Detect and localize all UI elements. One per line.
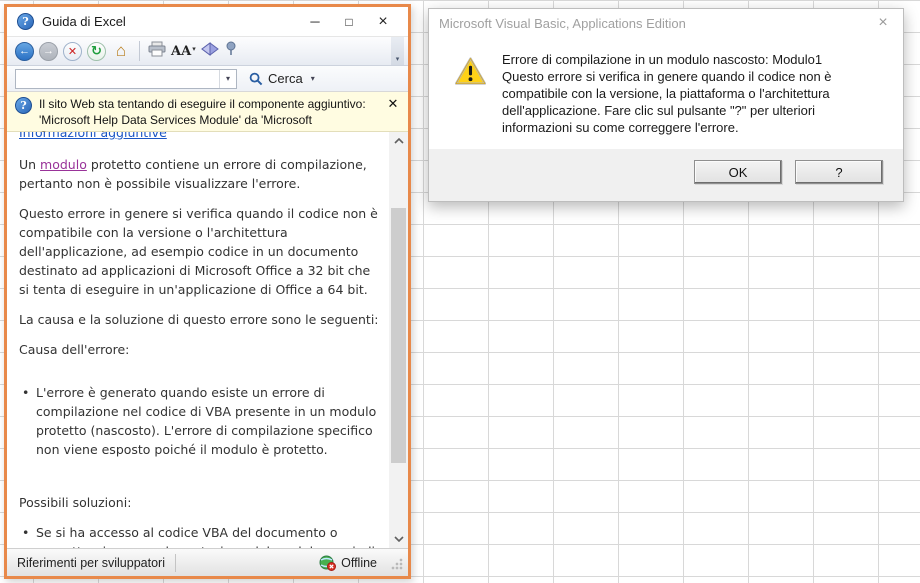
search-button[interactable]: Cerca ▾ bbox=[243, 69, 321, 88]
addon-warning-infobar: ? Il sito Web sta tentando di eseguire i… bbox=[7, 92, 408, 143]
vertical-scrollbar[interactable] bbox=[389, 132, 408, 548]
dialog-message: Errore di compilazione in un modulo nasc… bbox=[502, 51, 877, 149]
search-combobox[interactable]: ▾ bbox=[15, 68, 237, 89]
warning-icon bbox=[455, 57, 486, 85]
dialog-message-body: Questo errore si verifica in genere quan… bbox=[502, 69, 832, 135]
infobar-shield-icon: ? bbox=[15, 97, 32, 114]
cause-bullet-list: L'errore è generato quando esiste un err… bbox=[19, 383, 382, 459]
help-window-titlebar: ? Guida di Excel ─ □ × bbox=[7, 7, 408, 36]
paragraph-cause-solution: La causa e la soluzione di questo errore… bbox=[19, 312, 379, 327]
offline-status-label: Offline bbox=[341, 555, 377, 570]
excel-grid-background: ? Guida di Excel ─ □ × ← → ✕ ↻ ⌂ AA ▾ ▾ … bbox=[0, 0, 920, 583]
vba-error-dialog: Microsoft Visual Basic, Applications Edi… bbox=[428, 8, 904, 202]
dialog-help-button[interactable]: ? bbox=[795, 160, 883, 184]
back-icon[interactable]: ← bbox=[15, 41, 34, 61]
help-toolbar: ← → ✕ ↻ ⌂ AA ▾ ▾ bbox=[7, 36, 408, 66]
additional-info-link[interactable]: Informazioni aggiuntive bbox=[19, 132, 382, 141]
resize-grip[interactable] bbox=[390, 556, 404, 571]
search-input[interactable] bbox=[16, 69, 219, 88]
dialog-footer: OK ? bbox=[429, 149, 903, 201]
offline-globe-icon bbox=[319, 555, 337, 571]
help-search-row: ▾ Cerca ▾ bbox=[7, 66, 408, 92]
toolbar-overflow-button[interactable]: ▾ bbox=[391, 37, 404, 65]
solution-bullet: Se si ha accesso al codice VBA del docum… bbox=[19, 523, 382, 548]
close-button[interactable]: × bbox=[366, 7, 400, 36]
dialog-message-line1: Errore di compilazione in un modulo nasc… bbox=[502, 52, 823, 67]
search-button-label: Cerca bbox=[268, 71, 303, 86]
solutions-heading: Possibili soluzioni: bbox=[19, 495, 132, 510]
maximize-button[interactable]: □ bbox=[332, 7, 366, 36]
pin-icon[interactable] bbox=[224, 41, 238, 61]
forward-icon[interactable]: → bbox=[39, 41, 58, 61]
help-content: Informazioni aggiuntive Un modulo protet… bbox=[7, 132, 408, 548]
toolbar-separator bbox=[139, 41, 140, 61]
dialog-title: Microsoft Visual Basic, Applications Edi… bbox=[439, 15, 686, 31]
cause-heading: Causa dell'errore: bbox=[19, 342, 130, 357]
paragraph-module-error: Un modulo protetto contiene un errore di… bbox=[19, 157, 367, 191]
infobar-message: Il sito Web sta tentando di eseguire il … bbox=[39, 97, 366, 143]
help-window: ? Guida di Excel ─ □ × ← → ✕ ↻ ⌂ AA ▾ ▾ … bbox=[4, 4, 411, 579]
help-window-title: Guida di Excel bbox=[42, 14, 126, 29]
help-statusbar: Riferimenti per sviluppatori Offline bbox=[7, 548, 408, 576]
scrollbar-track[interactable] bbox=[389, 150, 408, 530]
magnifier-icon bbox=[249, 72, 263, 85]
infobar-close-icon[interactable]: ✕ bbox=[384, 96, 402, 127]
cause-bullet: L'errore è generato quando esiste un err… bbox=[19, 383, 382, 459]
search-options-caret-icon[interactable]: ▾ bbox=[311, 74, 315, 83]
ok-button[interactable]: OK bbox=[694, 160, 782, 184]
help-app-icon: ? bbox=[17, 13, 34, 30]
scrollbar-thumb[interactable] bbox=[391, 208, 406, 463]
scroll-down-icon[interactable] bbox=[389, 530, 408, 548]
search-dropdown-icon[interactable]: ▾ bbox=[219, 69, 236, 88]
book-icon[interactable] bbox=[200, 41, 219, 61]
solutions-bullet-list: Se si ha accesso al codice VBA del docum… bbox=[19, 523, 382, 548]
dialog-close-icon[interactable]: × bbox=[863, 9, 903, 37]
stop-icon[interactable]: ✕ bbox=[63, 41, 82, 61]
scroll-up-icon[interactable] bbox=[389, 132, 408, 150]
refresh-icon[interactable]: ↻ bbox=[87, 41, 106, 61]
statusbar-separator bbox=[174, 553, 176, 572]
dialog-body: Errore di compilazione in un modulo nasc… bbox=[429, 37, 903, 149]
modulo-link[interactable]: modulo bbox=[40, 157, 87, 172]
home-icon[interactable]: ⌂ bbox=[111, 41, 131, 61]
print-icon[interactable] bbox=[148, 41, 166, 62]
paragraph-error-explanation: Questo errore in genere si verifica quan… bbox=[19, 206, 378, 297]
dialog-titlebar: Microsoft Visual Basic, Applications Edi… bbox=[429, 9, 903, 37]
font-size-icon[interactable]: AA ▾ bbox=[171, 44, 196, 59]
developer-references-label[interactable]: Riferimenti per sviluppatori bbox=[17, 556, 165, 570]
minimize-button[interactable]: ─ bbox=[298, 7, 332, 36]
